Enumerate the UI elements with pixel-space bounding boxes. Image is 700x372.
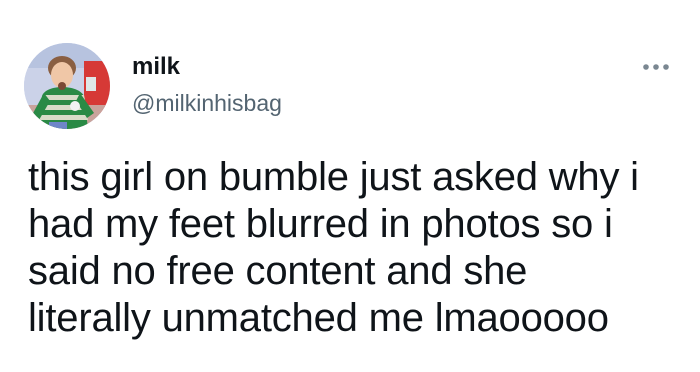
tweet-card: milk @milkinhisbag this girl on bumble j… [0, 0, 700, 372]
author-handle[interactable]: @milkinhisbag [132, 89, 282, 117]
tweet-text: this girl on bumble just asked why i had… [28, 154, 678, 342]
avatar[interactable] [24, 43, 110, 129]
tweet-text-line: literally unmatched me lmaooooo [28, 296, 609, 340]
more-horizontal-icon [643, 64, 669, 70]
author-display-name[interactable]: milk [132, 52, 180, 82]
tweet-text-line: this girl on bumble just asked why i [28, 155, 639, 199]
tweet-text-line: had my feet blurred in photos so i [28, 202, 613, 246]
profile-photo-icon [24, 43, 110, 129]
more-options-button[interactable] [639, 58, 673, 76]
tweet-text-line: said no free content and she [28, 249, 528, 293]
